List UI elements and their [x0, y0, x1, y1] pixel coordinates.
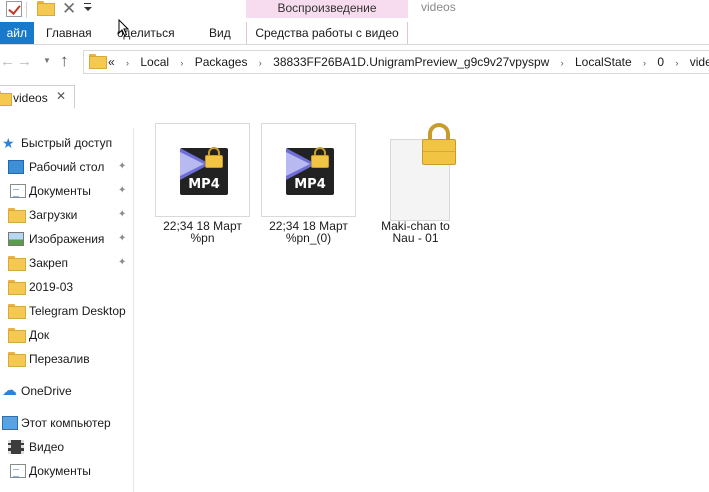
sidebar-item-label: Загрузки: [29, 208, 78, 222]
star-icon: ★: [2, 135, 15, 151]
tab-label: videos: [13, 91, 48, 105]
sidebar-item-pictures[interactable]: Изображения ✦: [0, 228, 133, 250]
breadcrumb-chevron-icon[interactable]: ›: [643, 52, 646, 74]
tab-video-tools[interactable]: Средства работы с видео: [246, 22, 408, 44]
recent-locations-chevron-icon[interactable]: ▼: [43, 56, 51, 65]
sidebar-item-label: Этот компьютер: [21, 416, 111, 430]
playback-context-header: Воспроизведение: [246, 0, 408, 18]
breadcrumb-chevron-icon[interactable]: ›: [259, 52, 262, 74]
tab-videos[interactable]: videos ✕: [0, 85, 75, 109]
forward-arrow-icon[interactable]: →: [17, 53, 32, 70]
file-thumbnail: MP4: [261, 123, 356, 217]
breadcrumb-localstate[interactable]: LocalState: [575, 55, 632, 69]
breadcrumb-local[interactable]: Local: [140, 55, 169, 69]
properties-check-icon[interactable]: [6, 1, 22, 17]
breadcrumb-overflow[interactable]: «: [108, 55, 115, 69]
tab-view[interactable]: Вид: [209, 22, 231, 44]
sidebar-item-perezaliv[interactable]: Перезалив: [0, 348, 133, 370]
sidebar-item-documents[interactable]: Документы ✦: [0, 180, 133, 202]
file-name: 22;34 18 Март %pn: [163, 219, 242, 245]
delete-icon[interactable]: ✕: [62, 0, 78, 18]
videos-icon: [8, 440, 24, 454]
sidebar-item-label: Док: [29, 328, 50, 342]
new-folder-icon[interactable]: [37, 1, 55, 17]
folder-icon: [8, 304, 26, 319]
folder-icon: [8, 328, 26, 343]
downloads-icon: [8, 208, 26, 223]
breadcrumb: « › Local › Packages › 38833FF26BA1D.Uni…: [108, 51, 709, 73]
documents-icon: [10, 464, 26, 478]
desktop-icon: [8, 160, 24, 174]
window-title: videos: [421, 0, 456, 14]
sidebar-item-label: Рабочий стол: [29, 160, 105, 174]
navigation-bar: ← → ▼ ↑ « › Local › Packages › 38833FF26…: [0, 46, 709, 78]
pictures-icon: [8, 232, 24, 246]
file-item-video-1[interactable]: MP4 22;34 18 Март %pn: [154, 123, 251, 244]
close-tab-icon[interactable]: ✕: [56, 89, 66, 103]
breadcrumb-zero[interactable]: 0: [657, 55, 664, 69]
file-thumbnail: MP4: [155, 123, 250, 217]
quick-access-divider: [26, 2, 27, 18]
title-bar: ✕ Воспроизведение videos: [0, 0, 709, 22]
sidebar-item-pc-documents[interactable]: Документы: [0, 460, 133, 482]
sidebar-item-label: Перезалив: [29, 352, 90, 366]
sidebar-item-label: Закреп: [29, 256, 69, 270]
customize-toolbar-dropdown-icon[interactable]: [84, 0, 92, 16]
back-arrow-icon[interactable]: ←: [0, 53, 15, 70]
sidebar-item-label: Быстрый доступ: [21, 136, 113, 150]
sidebar-item-dok[interactable]: Док: [0, 324, 133, 346]
sidebar-item-label: Документы: [29, 184, 91, 198]
breadcrumb-chevron-icon[interactable]: ›: [561, 52, 564, 74]
pin-icon[interactable]: ✦: [118, 228, 126, 250]
documents-icon: [10, 184, 26, 198]
sidebar-item-label: OneDrive: [21, 384, 72, 398]
file-name: Maki-chan to Nau - 01: [381, 219, 450, 245]
file-explorer-window: ✕ Воспроизведение videos айл Главная оде…: [0, 0, 709, 492]
sidebar-item-zakrep[interactable]: Закреп ✦: [0, 252, 133, 274]
computer-icon: [2, 416, 18, 430]
pin-icon[interactable]: ✦: [118, 204, 126, 226]
sidebar-item-label: Документы: [29, 464, 91, 478]
sidebar-item-label: Telegram Desktop: [29, 304, 126, 318]
ribbon-tabs: айл Главная оделиться Вид Средства работ…: [0, 22, 709, 45]
breadcrumb-videos[interactable]: videos: [690, 55, 709, 69]
navigation-pane: ★ Быстрый доступ Рабочий стол ✦ Документ…: [0, 128, 134, 492]
pin-icon[interactable]: ✦: [118, 156, 126, 178]
breadcrumb-packages[interactable]: Packages: [195, 55, 248, 69]
file-list: MP4 22;34 18 Март %pn MP4 22;34 18 Март …: [135, 109, 709, 492]
breadcrumb-package-id[interactable]: 38833FF26BA1D.UnigramPreview_g9c9v27vpys…: [273, 55, 549, 69]
sidebar-item-this-pc[interactable]: Этот компьютер: [0, 412, 133, 434]
tab-file[interactable]: айл: [0, 22, 34, 44]
folder-icon: [8, 352, 26, 367]
sidebar-item-onedrive[interactable]: ☁ OneDrive: [0, 380, 133, 402]
folder-icon: [8, 256, 26, 271]
file-thumbnail: [368, 123, 463, 221]
breadcrumb-chevron-icon[interactable]: ›: [180, 52, 183, 74]
address-bar[interactable]: « › Local › Packages › 38833FF26BA1D.Uni…: [83, 50, 709, 74]
file-item-video-2[interactable]: MP4 22;34 18 Март %pn_(0): [260, 123, 357, 244]
sidebar-item-2019-03[interactable]: 2019-03: [0, 276, 133, 298]
up-arrow-icon[interactable]: ↑: [60, 51, 69, 71]
file-name: 22;34 18 Март %pn_(0): [269, 219, 348, 245]
sidebar-item-telegram-desktop[interactable]: Telegram Desktop: [0, 300, 133, 322]
sidebar-item-videos[interactable]: Видео: [0, 436, 133, 458]
sidebar-item-downloads[interactable]: Загрузки ✦: [0, 204, 133, 226]
sidebar-item-label: 2019-03: [29, 280, 74, 294]
sidebar-item-quick-access[interactable]: ★ Быстрый доступ: [0, 132, 133, 154]
sidebar-item-label: Изображения: [29, 232, 105, 246]
breadcrumb-chevron-icon[interactable]: ›: [675, 52, 678, 74]
folder-icon: [8, 280, 26, 295]
onedrive-icon: ☁: [2, 382, 17, 399]
sidebar-item-desktop[interactable]: Рабочий стол ✦: [0, 156, 133, 178]
tab-home[interactable]: Главная: [46, 22, 92, 44]
sidebar-item-label: Видео: [29, 440, 65, 454]
pin-icon[interactable]: ✦: [118, 252, 126, 274]
explorer-tab-strip: videos ✕: [0, 85, 709, 109]
file-item-maki-chan[interactable]: Maki-chan to Nau - 01: [367, 123, 464, 244]
pin-icon[interactable]: ✦: [118, 180, 126, 202]
breadcrumb-chevron-icon[interactable]: ›: [126, 52, 129, 74]
